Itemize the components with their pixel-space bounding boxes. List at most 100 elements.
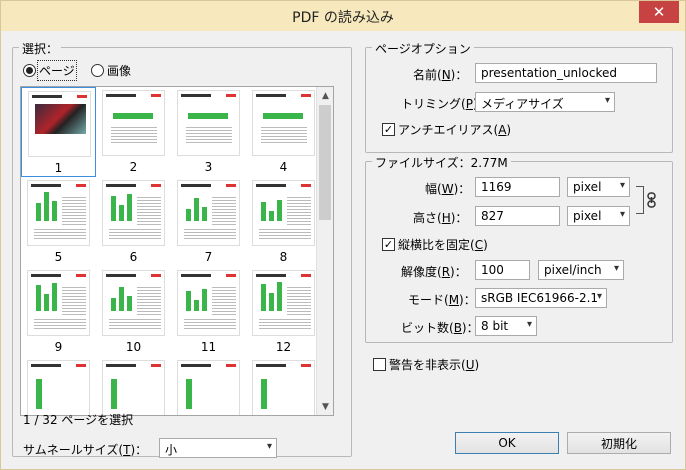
dialog-body: 選択： ページ 画像 1 2 3 4 5 6 7 8 9 10 11 12 ▲ ▼ 1 / 32 ペー… xyxy=(9,31,679,463)
page-number: 10 xyxy=(125,340,142,354)
scroll-thumb[interactable] xyxy=(319,105,331,220)
page-preview xyxy=(177,270,240,336)
page-preview xyxy=(27,360,90,415)
thumbnail-page[interactable] xyxy=(21,357,96,415)
thumbnail-page[interactable]: 11 xyxy=(171,267,246,357)
crop-select[interactable]: メディアサイズ ▾ xyxy=(475,92,615,112)
thumbnail-page[interactable]: 9 xyxy=(21,267,96,357)
page-number: 6 xyxy=(129,250,138,264)
thumbnail-scrollbar[interactable]: ▲ ▼ xyxy=(316,87,333,415)
suppress-warnings-label: 警告を非表示(U) xyxy=(389,358,480,372)
resolution-label: 解像度(R)： xyxy=(401,265,467,279)
image-size-group: ファイルサイズ：2.77M 幅(W)： 1169 pixel ▾ 高さ(H)： … xyxy=(365,154,673,343)
ok-button[interactable]: OK xyxy=(455,432,559,454)
page-number: 7 xyxy=(204,250,213,264)
page-preview xyxy=(27,180,90,246)
thumbnail-page[interactable]: 2 xyxy=(96,87,171,177)
resolution-unit-select[interactable]: pixel/inch ▾ xyxy=(538,260,624,280)
chevron-down-icon: ▾ xyxy=(613,263,619,274)
width-label: 幅(W)： xyxy=(425,182,471,196)
thumbnail-page[interactable]: 3 xyxy=(171,87,246,177)
pdf-import-dialog: PDF の読み込み ✕ 選択： ページ 画像 1 2 3 4 5 6 7 8 9 10 11 12 ▲ xyxy=(0,0,686,470)
thumbnail-page[interactable] xyxy=(96,357,171,415)
close-icon: ✕ xyxy=(652,3,666,21)
check-icon: ✓ xyxy=(382,238,395,251)
height-unit-value: pixel xyxy=(573,209,602,223)
thumbnail-page[interactable] xyxy=(171,357,246,415)
page-preview xyxy=(252,270,315,336)
thumbnail-page[interactable] xyxy=(246,357,321,415)
thumbnail-page[interactable]: 1 xyxy=(21,87,96,177)
thumbnail-page[interactable]: 10 xyxy=(96,267,171,357)
constrain-label: 縦横比を固定(C) xyxy=(398,238,488,252)
suppress-warnings-checkbox[interactable]: 警告を非表示(U) xyxy=(373,356,479,373)
radio-pages[interactable]: ページ xyxy=(23,60,77,81)
window-title: PDF の読み込み xyxy=(292,10,394,26)
page-preview xyxy=(102,180,165,246)
name-input[interactable]: presentation_unlocked xyxy=(475,63,657,83)
chevron-down-icon: ▾ xyxy=(266,441,272,452)
link-icon xyxy=(647,192,656,208)
radio-images-label: 画像 xyxy=(107,64,132,78)
chevron-down-icon: ▾ xyxy=(526,319,532,330)
page-number: 9 xyxy=(54,340,63,354)
mode-select[interactable]: sRGB IEC61966-2.1 ▾ xyxy=(475,288,607,308)
page-number: 5 xyxy=(54,250,63,264)
thumbnail-page[interactable]: 5 xyxy=(21,177,96,267)
chevron-down-icon: ▾ xyxy=(596,291,602,302)
check-icon: ✓ xyxy=(382,123,395,136)
page-options-legend: ページオプション xyxy=(372,40,474,57)
page-number: 1 xyxy=(54,161,63,175)
bitdepth-label: ビット数(B)： xyxy=(401,321,479,335)
scroll-up-icon[interactable]: ▲ xyxy=(317,87,333,104)
height-label: 高さ(H)： xyxy=(413,211,468,225)
select-legend: 選択： xyxy=(19,40,62,57)
name-label: 名前(N)： xyxy=(413,68,468,82)
page-number: 11 xyxy=(200,340,217,354)
thumbnail-list[interactable]: 1 2 3 4 5 6 7 8 9 10 11 12 ▲ ▼ xyxy=(20,86,334,416)
resolution-input[interactable]: 100 xyxy=(475,260,530,280)
page-number: 8 xyxy=(279,250,288,264)
constrain-checkbox[interactable]: ✓ 縦横比を固定(C) xyxy=(382,236,488,253)
thumbnail-page[interactable]: 4 xyxy=(246,87,321,177)
page-preview xyxy=(102,360,165,415)
radio-pages-label: ページ xyxy=(37,60,77,81)
thumbnail-page[interactable]: 12 xyxy=(246,267,321,357)
width-unit-select[interactable]: pixel ▾ xyxy=(567,177,630,197)
thumbnail-page[interactable]: 7 xyxy=(171,177,246,267)
page-preview xyxy=(177,360,240,415)
page-preview xyxy=(252,90,315,156)
antialias-checkbox[interactable]: ✓ アンチエイリアス(A) xyxy=(382,121,511,138)
page-preview xyxy=(252,180,315,246)
title-bar: PDF の読み込み ✕ xyxy=(1,1,685,31)
mode-value: sRGB IEC61966-2.1 xyxy=(481,291,599,305)
selection-status: 1 / 32 ページを選択 xyxy=(23,413,134,427)
scroll-down-icon[interactable]: ▼ xyxy=(317,398,333,415)
page-options-group: ページオプション 名前(N)： presentation_unlocked トリ… xyxy=(365,40,673,153)
radio-images[interactable]: 画像 xyxy=(91,62,131,79)
thumbnail-page[interactable]: 8 xyxy=(246,177,321,267)
thumbnail-page[interactable]: 6 xyxy=(96,177,171,267)
page-preview xyxy=(102,270,165,336)
chevron-down-icon: ▾ xyxy=(619,180,625,191)
chevron-down-icon: ▾ xyxy=(604,95,610,106)
page-preview xyxy=(102,90,165,156)
page-preview xyxy=(177,180,240,246)
antialias-label: アンチエイリアス(A) xyxy=(398,123,512,137)
width-input[interactable]: 1169 xyxy=(475,177,560,197)
resolution-unit-value: pixel/inch xyxy=(544,263,602,277)
reset-button[interactable]: 初期化 xyxy=(567,432,671,454)
page-preview xyxy=(27,270,90,336)
chevron-down-icon: ▾ xyxy=(619,209,625,220)
close-button[interactable]: ✕ xyxy=(639,1,679,23)
height-unit-select[interactable]: pixel ▾ xyxy=(567,206,630,226)
height-input[interactable]: 827 xyxy=(475,206,560,226)
thumb-size-select[interactable]: 小 ▾ xyxy=(159,438,277,458)
page-number: 12 xyxy=(275,340,292,354)
select-group: 選択： ページ 画像 1 2 3 4 5 6 7 8 9 10 11 12 ▲ ▼ 1 / 32 ペー… xyxy=(12,40,352,458)
crop-value: メディアサイズ xyxy=(481,97,564,111)
bitdepth-select[interactable]: 8 bit ▾ xyxy=(475,316,537,336)
image-size-legend: ファイルサイズ：2.77M xyxy=(372,154,511,171)
thumb-size-value: 小 xyxy=(165,443,178,457)
thumb-size-label: サムネールサイズ(T)： xyxy=(23,443,148,457)
